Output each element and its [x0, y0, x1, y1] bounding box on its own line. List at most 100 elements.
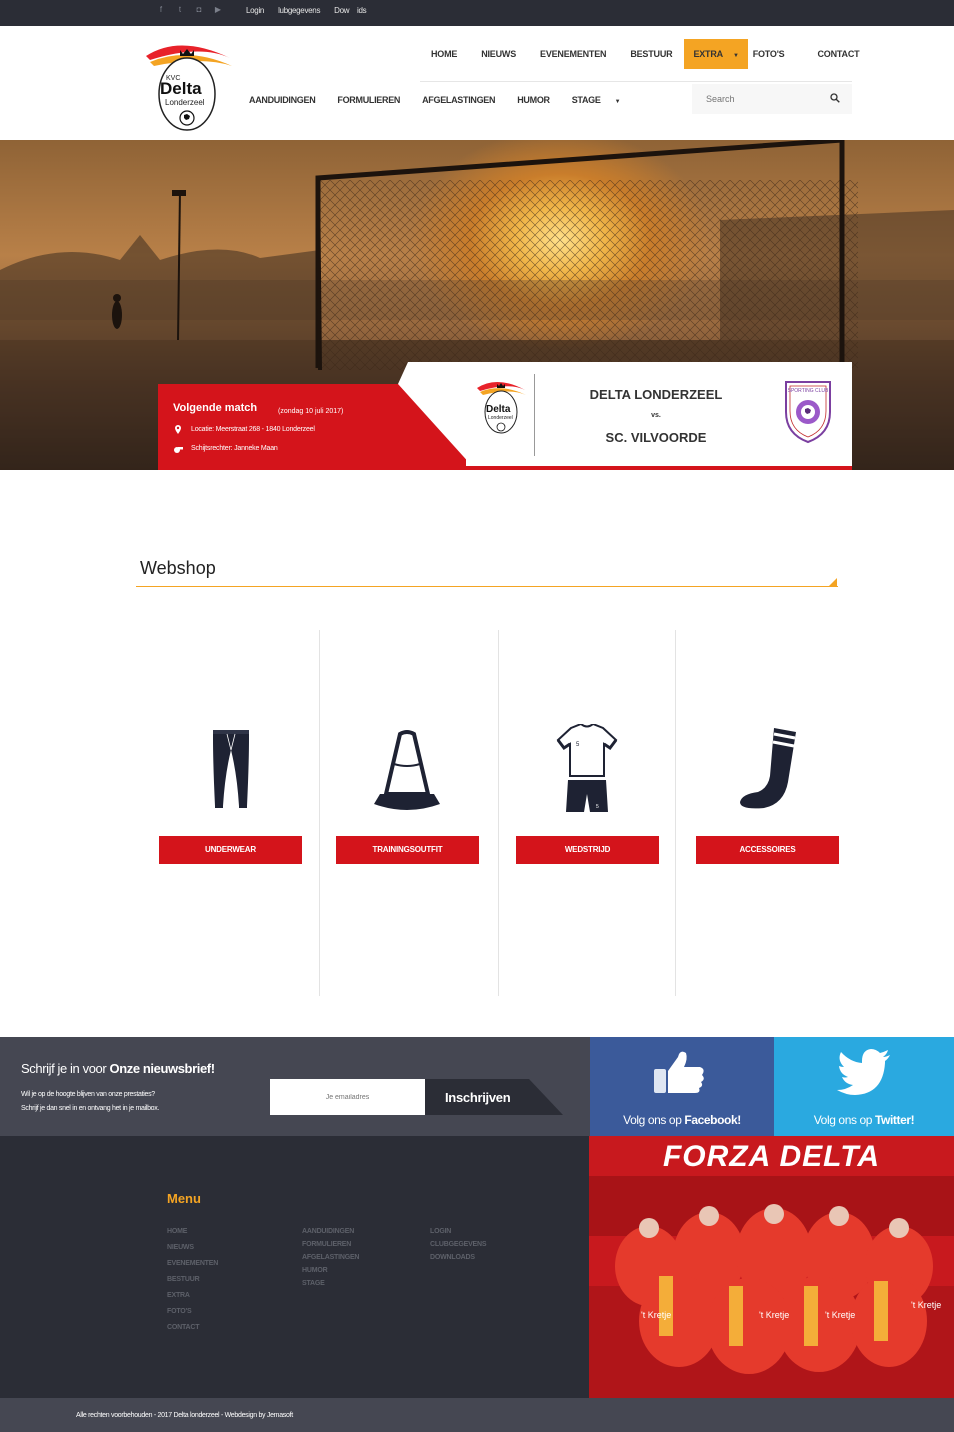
shirt-sponsor-4: 't Kretje: [911, 1300, 941, 1310]
nav-divider: [420, 81, 852, 82]
twitter-bird-icon: [837, 1049, 890, 1095]
footer-link-stage[interactable]: STAGE: [302, 1280, 359, 1287]
top-link-clubgegevens[interactable]: lubgegevens: [278, 6, 320, 15]
underwear-button[interactable]: UNDERWEAR: [159, 836, 302, 864]
chevron-down-icon: ▼: [732, 53, 739, 59]
away-logo-text: SPORTING CLUB: [788, 388, 829, 394]
leggings-icon: [213, 730, 249, 808]
newsletter-text-1: Wil je op de hoogte blijven van onze pre…: [21, 1091, 155, 1098]
footer-link-aanduidingen[interactable]: AANDUIDINGEN: [302, 1228, 359, 1235]
nav-afgelastingen[interactable]: AFGELASTINGEN: [411, 95, 506, 105]
webshop-separator: [319, 630, 320, 996]
whistle-icon: [174, 447, 183, 453]
sock-icon: [740, 728, 796, 809]
footer-col-1: HOME NIEUWS EVENEMENTEN BESTUUR EXTRA FO…: [167, 1228, 218, 1331]
footer-link-bestuur[interactable]: BESTUUR: [167, 1276, 218, 1283]
forza-delta-banner: 't Kretje 't Kretje 't Kretje 't Kretje …: [589, 1136, 954, 1398]
next-match-card[interactable]: Volgende match (zondag 10 juli 2017) Loc…: [158, 362, 852, 470]
twitter-block[interactable]: Volg ons op Twitter!: [774, 1037, 954, 1136]
webshop-underline: [136, 586, 838, 587]
shirt-sponsor-2: 't Kretje: [759, 1310, 789, 1320]
team-photo: 't Kretje 't Kretje 't Kretje 't Kretje: [589, 1176, 954, 1398]
footer-menu-title: Menu: [167, 1191, 201, 1206]
match-title: Volgende match: [173, 402, 258, 414]
footer-link-home[interactable]: HOME: [167, 1228, 218, 1235]
nav-formulieren[interactable]: FORMULIEREN: [326, 95, 411, 105]
youtube-icon[interactable]: ▶: [213, 5, 223, 14]
webshop-corner: [829, 578, 837, 586]
facebook-label: Volg ons op Facebook!: [623, 1113, 741, 1127]
top-link-login[interactable]: Login: [246, 6, 264, 15]
subscribe-button[interactable]: Inschrijven: [425, 1079, 565, 1115]
footer-link-nieuws[interactable]: NIEUWS: [167, 1244, 218, 1251]
webshop-item-accessoires[interactable]: ACCESSOIRES: [696, 630, 839, 996]
versus-label: vs.: [651, 412, 661, 419]
webshop-item-trainingsoutfit[interactable]: TRAININGSOUTFIT: [336, 630, 479, 996]
instagram-icon[interactable]: ◘: [194, 5, 204, 14]
twitter-icon[interactable]: t: [175, 5, 185, 14]
footer-link-contact[interactable]: CONTACT: [167, 1324, 218, 1331]
footer-link-extra[interactable]: EXTRA: [167, 1292, 218, 1299]
footer-link-humor[interactable]: HUMOR: [302, 1267, 359, 1274]
search-box: [692, 84, 852, 114]
nav-extra[interactable]: EXTRA ▼: [684, 39, 748, 69]
nav-fotos[interactable]: FOTO'S: [748, 39, 790, 69]
newsletter-heading: Schrijf je in voor Onze nieuwsbrief!: [21, 1061, 215, 1076]
newsletter-section: Schrijf je in voor Onze nieuwsbrief! Wil…: [0, 1037, 590, 1136]
chevron-down-icon: ▼: [614, 99, 621, 105]
footer-link-clubgegevens[interactable]: CLUBGEGEVENS: [430, 1241, 487, 1248]
nav-stage[interactable]: STAGE ▼: [561, 95, 631, 105]
nav-contact[interactable]: CONTACT: [789, 39, 871, 69]
search-icon[interactable]: [830, 93, 840, 103]
webshop-separator: [675, 630, 676, 996]
nav-bestuur[interactable]: BESTUUR: [618, 39, 684, 69]
nav-home[interactable]: HOME: [419, 39, 469, 69]
logo-delta: Delta: [160, 79, 202, 98]
away-team-logo: SPORTING CLUB: [780, 376, 836, 446]
footer-link-login[interactable]: LOGIN: [430, 1228, 486, 1235]
logo-londerzeel: Londerzeel: [165, 98, 205, 107]
top-link-downloads[interactable]: Dow ids: [334, 6, 366, 15]
svg-text:5: 5: [596, 804, 599, 810]
facebook-icon[interactable]: f: [156, 5, 166, 14]
nav-nieuws[interactable]: NIEUWS: [469, 39, 528, 69]
wedstrijd-button[interactable]: WEDSTRIJD: [516, 836, 659, 864]
match-location: Locatie: Meerstraat 268 - 1840 Londerzee…: [191, 426, 315, 433]
email-field[interactable]: [270, 1079, 425, 1115]
main-nav: HOME NIEUWS EVENEMENTEN BESTUUR EXTRA ▼ F…: [419, 39, 871, 69]
home-team-logo: Delta Londerzeel: [475, 376, 527, 436]
webshop-separator: [498, 630, 499, 996]
trainingsoutfit-button[interactable]: TRAININGSOUTFIT: [336, 836, 479, 864]
copyright-bar: Alle rechten voorbehouden - 2017 Delta l…: [0, 1398, 954, 1432]
site-footer: Menu HOME NIEUWS EVENEMENTEN BESTUUR EXT…: [0, 1136, 589, 1398]
match-divider: [534, 374, 535, 456]
footer-link-formulieren[interactable]: FORMULIEREN: [302, 1241, 359, 1248]
accessoires-button[interactable]: ACCESSOIRES: [696, 836, 839, 864]
shirt-sponsor-1: 't Kretje: [641, 1310, 671, 1320]
page: f t ◘ ▶ Login lubgegevens Dow ids KVC De…: [0, 0, 954, 1432]
away-team-name: SC. VILVOORDE: [605, 430, 707, 445]
webshop-item-wedstrijd[interactable]: 5 5 WEDSTRIJD: [516, 630, 659, 996]
copyright-text: Alle rechten voorbehouden - 2017 Delta l…: [76, 1412, 293, 1419]
nav-aanduidingen[interactable]: AANDUIDINGEN: [238, 95, 326, 105]
webshop-item-underwear[interactable]: UNDERWEAR: [159, 630, 302, 996]
kit-icon: 5 5: [556, 724, 618, 812]
home-logo-city: Londerzeel: [488, 415, 513, 421]
webshop-title: Webshop: [140, 558, 216, 578]
nav-evenementen[interactable]: EVENEMENTEN: [528, 39, 618, 69]
location-icon: [175, 425, 181, 434]
club-logo[interactable]: KVC Delta Londerzeel: [140, 36, 234, 132]
footer-link-afgelastingen[interactable]: AFGELASTINGEN: [302, 1254, 359, 1261]
site-header: KVC Delta Londerzeel HOME NIEUWS EVENEME…: [0, 26, 954, 140]
cone-icon: [374, 730, 440, 810]
shirt-sponsor-3: 't Kretje: [825, 1310, 855, 1320]
footer-link-downloads[interactable]: DOWNLOADS: [430, 1254, 486, 1261]
footer-link-fotos[interactable]: FOTO'S: [167, 1308, 218, 1315]
search-input[interactable]: [692, 84, 822, 114]
nav-humor[interactable]: HUMOR: [506, 95, 561, 105]
facebook-block[interactable]: Volg ons op Facebook!: [590, 1037, 774, 1136]
subscribe-label: Inschrijven: [445, 1090, 511, 1105]
home-team-name: DELTA LONDERZEEL: [589, 387, 723, 402]
footer-link-evenementen[interactable]: EVENEMENTEN: [167, 1260, 218, 1267]
footer-col-3: LOGIN CLUBGEGEVENS DOWNLOADS: [430, 1228, 487, 1261]
